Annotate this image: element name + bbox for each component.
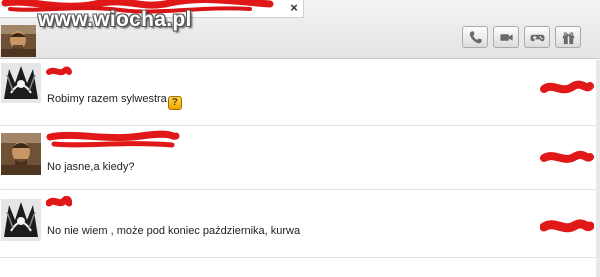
redacted-timestamp xyxy=(540,219,594,233)
chat-window: × www.wiocha.pl Robimy razem sylwestra ?… xyxy=(0,0,600,277)
gift-icon xyxy=(562,31,574,44)
question-emoticon: ? xyxy=(167,96,182,110)
scrollbar[interactable] xyxy=(596,60,600,277)
redacted-sender-name xyxy=(46,66,72,76)
gift-button[interactable] xyxy=(555,26,581,48)
phone-icon xyxy=(469,30,482,43)
sender-avatar xyxy=(1,199,41,241)
contact-avatar xyxy=(1,25,36,57)
sender-avatar xyxy=(1,133,41,175)
message-body: No nie wiem , może pod koniec październi… xyxy=(47,225,301,237)
redacted-timestamp xyxy=(540,150,594,163)
toolbar xyxy=(462,26,586,48)
message-1: Robimy razem sylwestra? xyxy=(0,60,600,126)
message-text: Robimy razem sylwestra? xyxy=(47,93,182,110)
redacted-sender-name xyxy=(46,196,72,207)
message-text: No nie wiem , może pod koniec październi… xyxy=(47,225,300,237)
gamepad-icon xyxy=(529,34,545,41)
video-camera-icon xyxy=(499,33,513,41)
message-text: No jasne,a kiedy? xyxy=(47,161,134,173)
redacted-sender-name xyxy=(46,130,180,148)
chat-header: × www.wiocha.pl xyxy=(0,0,600,59)
message-3: No nie wiem , może pod koniec październi… xyxy=(0,190,600,258)
sender-avatar xyxy=(1,63,41,103)
video-call-button[interactable] xyxy=(493,26,519,48)
redacted-timestamp xyxy=(540,80,594,94)
watermark-text: www.wiocha.pl xyxy=(38,8,192,31)
call-button[interactable] xyxy=(462,26,488,48)
message-2: No jasne,a kiedy? xyxy=(0,126,600,190)
message-body: No jasne,a kiedy? xyxy=(47,161,135,173)
message-body: Robimy razem sylwestra xyxy=(47,93,167,105)
close-tab-button[interactable]: × xyxy=(287,0,301,16)
games-button[interactable] xyxy=(524,26,550,48)
